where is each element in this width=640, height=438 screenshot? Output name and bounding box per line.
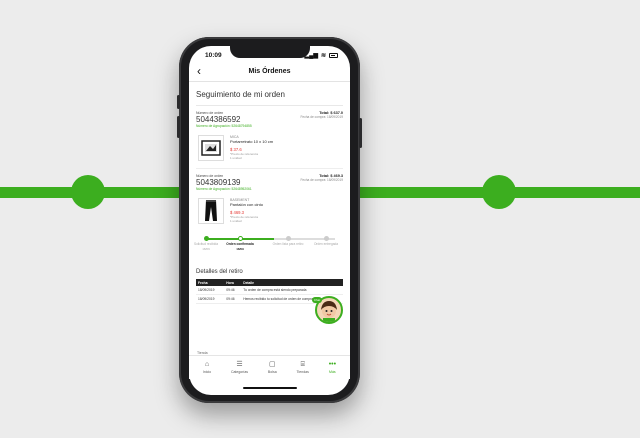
order-date: Fecha de compra: 18/09/2019: [300, 115, 343, 119]
order-card[interactable]: Número de orden 5043809139 Número de Agr…: [196, 169, 343, 231]
more-icon: •••: [328, 361, 337, 368]
tracking-step: Solicitud recibida 18/09: [189, 235, 223, 251]
product-name: Pantalón con cinto: [230, 202, 263, 207]
section-title: Seguimiento de mi orden: [196, 82, 343, 106]
step-dot: [237, 236, 243, 241]
product-quantity: 1 unidad: [230, 156, 242, 160]
product-item[interactable]: MICA Portarretrato 10 x 10 cm $ 37.6 *Pr…: [196, 128, 343, 169]
table-cell: 09:46: [224, 286, 242, 295]
step-dot: [285, 236, 291, 241]
step-date: 18/09: [236, 246, 244, 251]
column-header: Hora: [224, 279, 242, 286]
tab-label: Tiendas: [296, 370, 309, 374]
tab-bolsa[interactable]: ▢ Bolsa: [268, 361, 277, 374]
store-icon: ⌸: [300, 361, 305, 368]
order-tracking-progress: Solicitud recibida 18/09 Orden confirmad…: [194, 235, 343, 263]
back-chevron-icon[interactable]: ‹: [197, 64, 201, 78]
order-number: 5044386592: [196, 115, 241, 124]
tab-label: Inicio: [202, 370, 212, 374]
order-card[interactable]: Número de orden 5044386592 Número de Agr…: [196, 106, 343, 169]
tab-tiendas[interactable]: ⌸ Tiendas: [297, 361, 309, 374]
page-title: Mis Órdenes: [248, 68, 291, 75]
photo-frame-image: [201, 140, 221, 156]
order-date: Fecha de compra: 18/09/2019: [300, 178, 343, 182]
battery-icon: [329, 53, 338, 58]
step-dot: [323, 236, 329, 241]
table-cell: 18/09/2019: [196, 286, 225, 295]
main-content: Seguimiento de mi orden Número de orden …: [189, 82, 350, 304]
table-row: 18/09/2019 09:46 Tu orden de compra está…: [196, 286, 343, 295]
table-cell: 18/09/2019: [196, 294, 225, 304]
step-dot: [203, 236, 209, 241]
order-number: 5043809139: [196, 178, 241, 187]
step-status: Orden entregada: [313, 242, 339, 246]
nav-bar: ‹ Mis Órdenes: [189, 62, 350, 82]
tab-mas[interactable]: ••• Más: [329, 361, 336, 374]
column-header: Detalle: [241, 279, 343, 286]
table-cell: Tu orden de compra está siendo preparada: [241, 286, 343, 295]
status-time: 10:09: [205, 52, 222, 59]
tracking-step: Orden confirmada 18/09: [223, 235, 257, 251]
tab-inicio[interactable]: ⌂ Inicio: [203, 361, 211, 374]
tab-label: Bolsa: [267, 370, 277, 374]
wifi-icon: ≋: [320, 53, 326, 59]
home-indicator: [243, 387, 297, 389]
column-header: Fecha: [196, 279, 225, 286]
order-group-number: Número de Agrupación: 52648952061: [196, 187, 252, 191]
product-name: Portarretrato 10 x 10 cm: [230, 139, 274, 144]
phone-power-button: [359, 118, 362, 148]
chat-badge[interactable]: Chat: [312, 297, 322, 303]
tab-label: Categorías: [230, 370, 249, 374]
phone-mute-switch: [177, 95, 180, 109]
order-header: Número de orden 5044386592 Número de Agr…: [196, 106, 343, 128]
phone-screen: 10:09 ▂▄▆ ≋ ‹ Mis Órdenes Seguimiento de…: [189, 46, 350, 395]
background-dot-right: [482, 175, 516, 209]
pants-image: [205, 200, 217, 221]
step-status: Orden lista para retiro: [272, 242, 304, 246]
list-icon: ☰: [236, 361, 243, 368]
table-cell: 09:46: [224, 294, 242, 304]
phone-notch: [230, 46, 310, 58]
bag-icon: ▢: [268, 361, 276, 368]
tracking-step: Orden entregada: [309, 235, 343, 247]
tracking-step: Orden lista para retiro: [271, 235, 305, 247]
phone-volume-button: [177, 116, 180, 138]
pickup-details-title: Detalles del retiro: [196, 269, 243, 275]
home-icon: ⌂: [204, 361, 210, 368]
order-group-number: Número de Agrupación: 52648794855: [196, 124, 252, 128]
bottom-tab-bar: ⌂ Inicio ☰ Categorías ▢ Bolsa ⌸ Tiendas …: [189, 355, 350, 379]
table-header-row: Fecha Hora Detalle: [196, 279, 343, 286]
status-icons: ▂▄▆ ≋: [304, 52, 338, 59]
tab-categorias[interactable]: ☰ Categorías: [231, 361, 248, 374]
product-quantity: 1 unidad: [230, 219, 242, 223]
product-item[interactable]: BASEMENT Pantalón con cinto $ 469.3 *Pre…: [196, 191, 343, 231]
product-thumbnail: [198, 198, 224, 224]
product-thumbnail: [198, 135, 224, 161]
step-date: 18/09: [202, 246, 210, 251]
order-header: Número de orden 5043809139 Número de Agr…: [196, 169, 343, 191]
tab-label: Más: [329, 370, 336, 374]
background-dot-left: [71, 175, 105, 209]
